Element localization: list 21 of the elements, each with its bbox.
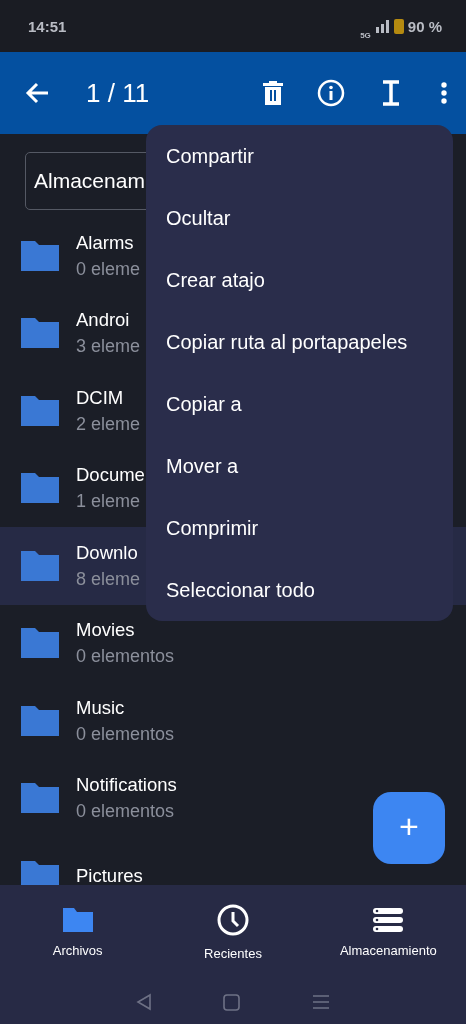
item-count: 0 eleme: [76, 258, 141, 280]
folder-name: DCIM: [76, 386, 125, 409]
folder-name: Movies: [76, 619, 136, 642]
item-count: 1 eleme: [76, 491, 142, 513]
folder-name: Pictures: [76, 864, 143, 885]
item-count: 0 elementos: [76, 646, 175, 668]
status-time: 14:51: [28, 17, 67, 35]
folder-name: Music: [76, 696, 126, 719]
item-count: 0 elementos: [76, 723, 175, 745]
item-count: 8 eleme: [76, 568, 141, 590]
folder-name: Notifications: [76, 774, 177, 797]
folder-name: Androi: [76, 309, 131, 332]
folder-name: Docume: [76, 464, 145, 487]
battery-level: 90 %: [407, 17, 442, 35]
item-count: 3 eleme: [76, 336, 141, 358]
item-count: 0 elementos: [76, 801, 176, 823]
folder-name: Alarms: [76, 231, 135, 254]
selection-counter: 1 / 11: [86, 77, 151, 109]
folder-name: Downlo: [76, 541, 139, 564]
item-count: 2 eleme: [76, 413, 141, 435]
network-type: 5G: [360, 30, 371, 40]
